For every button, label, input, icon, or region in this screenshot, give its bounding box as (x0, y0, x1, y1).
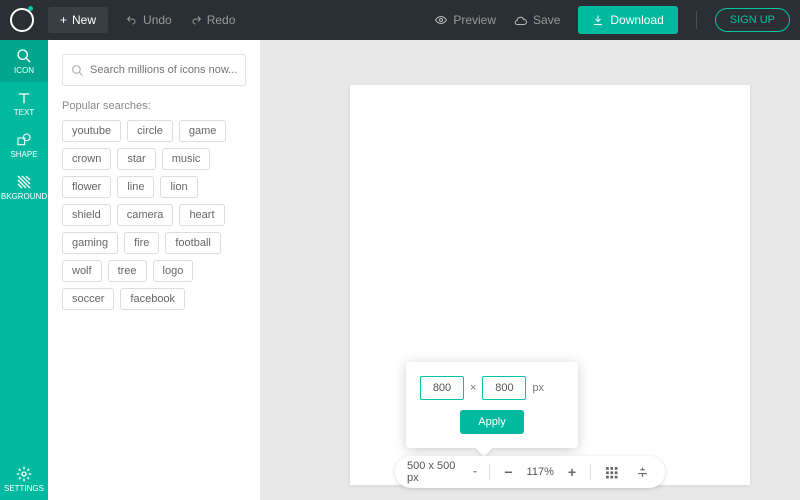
tag-item[interactable]: circle (127, 120, 173, 142)
tag-item[interactable]: youtube (62, 120, 121, 142)
sidebar-item-settings[interactable]: SETTINGS (0, 458, 48, 500)
tag-item[interactable]: flower (62, 176, 111, 198)
dimension-popover: × px Apply (406, 362, 578, 448)
apply-button[interactable]: Apply (460, 410, 524, 434)
tag-item[interactable]: logo (153, 260, 194, 282)
dimension-select[interactable]: 500 x 500 px (407, 460, 479, 484)
tag-item[interactable]: wolf (62, 260, 102, 282)
divider (696, 11, 697, 29)
bottom-toolbar: 500 x 500 px − 117% + (395, 456, 665, 488)
tag-item[interactable]: game (179, 120, 227, 142)
search-icon (16, 48, 32, 64)
sidebar-label: SETTINGS (4, 484, 44, 493)
sidebar-label: SHAPE (10, 150, 37, 159)
chevron-down-icon (471, 468, 479, 476)
search-box[interactable] (62, 54, 246, 86)
tag-item[interactable]: heart (179, 204, 224, 226)
popular-label: Popular searches: (62, 100, 246, 112)
sidebar-label: ICON (14, 66, 34, 75)
tag-item[interactable]: lion (160, 176, 197, 198)
tag-item[interactable]: line (117, 176, 154, 198)
sidebar-label: TEXT (14, 108, 34, 117)
tag-item[interactable]: music (162, 148, 211, 170)
search-icon (71, 64, 84, 77)
save-button[interactable]: Save (514, 13, 560, 27)
times-label: × (470, 382, 476, 394)
topbar: + New Undo Redo Preview Save Download SI… (0, 0, 800, 40)
sidebar: ICON TEXT SHAPE BKGROUND SETTINGS (0, 40, 48, 500)
height-input[interactable] (482, 376, 526, 400)
background-icon (16, 174, 32, 190)
tag-item[interactable]: fire (124, 232, 159, 254)
new-button[interactable]: + New (48, 7, 108, 33)
align-icon[interactable] (632, 464, 653, 481)
eye-icon (434, 14, 448, 26)
redo-button[interactable]: Redo (190, 13, 236, 27)
download-label: Download (610, 13, 663, 27)
download-icon (592, 14, 604, 26)
undo-button[interactable]: Undo (126, 13, 172, 27)
tag-item[interactable]: facebook (120, 288, 185, 310)
zoom-out-button[interactable]: − (500, 462, 516, 482)
download-button[interactable]: Download (578, 6, 677, 34)
sidebar-item-background[interactable]: BKGROUND (0, 166, 48, 208)
sidebar-label: BKGROUND (1, 192, 47, 201)
plus-icon: + (60, 13, 67, 27)
shape-icon (16, 132, 32, 148)
preview-label: Preview (453, 13, 496, 27)
tag-list: youtube circle game crown star music flower lin… (62, 120, 246, 310)
redo-icon (190, 14, 202, 26)
tag-item[interactable]: camera (117, 204, 174, 226)
tag-item[interactable]: crown (62, 148, 111, 170)
save-label: Save (533, 13, 560, 27)
new-label: New (72, 13, 96, 27)
canvas-area: × px Apply 500 x 500 px − 117% + (260, 40, 800, 500)
preview-button[interactable]: Preview (434, 13, 496, 27)
gear-icon (16, 466, 32, 482)
tag-item[interactable]: tree (108, 260, 147, 282)
divider (489, 464, 490, 480)
tag-item[interactable]: gaming (62, 232, 118, 254)
undo-label: Undo (143, 13, 172, 27)
width-input[interactable] (420, 376, 464, 400)
undo-icon (126, 14, 138, 26)
sidebar-item-shape[interactable]: SHAPE (0, 124, 48, 166)
redo-label: Redo (207, 13, 236, 27)
divider (590, 464, 591, 480)
signup-button[interactable]: SIGN UP (715, 8, 790, 32)
tag-item[interactable]: star (117, 148, 155, 170)
grid-icon[interactable] (601, 464, 622, 481)
search-input[interactable] (90, 64, 237, 76)
tag-item[interactable]: soccer (62, 288, 114, 310)
tag-item[interactable]: football (165, 232, 220, 254)
app-logo[interactable] (10, 8, 34, 32)
dimension-label: 500 x 500 px (407, 460, 465, 484)
cloud-icon (514, 14, 528, 26)
unit-label: px (532, 382, 544, 394)
zoom-in-button[interactable]: + (564, 462, 580, 482)
zoom-label: 117% (527, 466, 554, 478)
icon-panel: Popular searches: youtube circle game crown… (48, 40, 260, 500)
sidebar-item-text[interactable]: TEXT (0, 82, 48, 124)
text-icon (16, 90, 32, 106)
tag-item[interactable]: shield (62, 204, 111, 226)
sidebar-item-icon[interactable]: ICON (0, 40, 48, 82)
